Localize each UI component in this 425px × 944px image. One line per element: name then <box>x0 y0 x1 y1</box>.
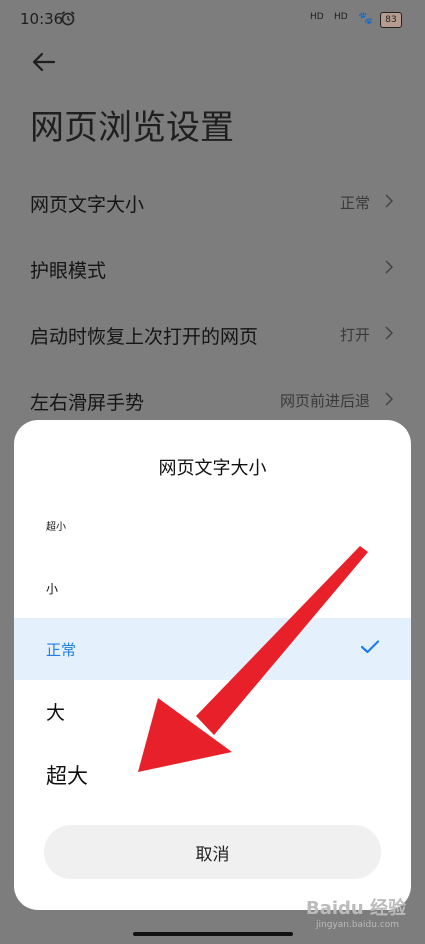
check-icon <box>361 640 379 654</box>
status-time: 10:36 <box>20 10 64 28</box>
back-arrow-icon[interactable] <box>30 48 58 76</box>
option-label: 超大 <box>46 764 88 788</box>
option-normal[interactable]: 正常 <box>14 618 411 680</box>
watermark-url: jingyan.baidu.com <box>316 920 400 930</box>
option-label: 小 <box>46 582 59 596</box>
dialog-title: 网页文字大小 <box>158 458 267 479</box>
setting-label: 护眼模式 <box>30 260 107 282</box>
alarm-icon <box>61 11 75 26</box>
setting-value: 正常 <box>339 194 370 212</box>
setting-label: 左右滑屏手势 <box>30 392 145 414</box>
signal-hd-2: HD <box>334 12 348 22</box>
status-bar: 10:36 HD HD 🐾 83 <box>0 0 425 40</box>
setting-label: 启动时恢复上次打开的网页 <box>30 326 259 348</box>
signal-hd-1: HD <box>310 12 324 22</box>
option-label: 大 <box>46 702 66 724</box>
option-extra-small[interactable]: 超小 <box>14 494 411 556</box>
paw-icon: 🐾 <box>358 11 373 25</box>
option-label: 正常 <box>46 641 77 659</box>
setting-value: 网页前进后退 <box>279 392 370 410</box>
chevron-right-icon <box>385 392 394 406</box>
setting-eye-care[interactable]: 护眼模式 <box>30 248 400 288</box>
setting-value: 打开 <box>339 326 370 344</box>
option-small[interactable]: 小 <box>14 556 411 618</box>
watermark-logo: Baidu 经验 <box>306 898 407 919</box>
option-large[interactable]: 大 <box>14 680 411 742</box>
font-size-dialog: 网页文字大小 超小 小 正常 大 超大 取消 <box>14 420 411 910</box>
setting-restore-pages[interactable]: 启动时恢复上次打开的网页 打开 <box>30 314 400 354</box>
option-extra-large[interactable]: 超大 <box>14 742 411 804</box>
option-label: 超小 <box>46 522 66 533</box>
setting-swipe-gesture[interactable]: 左右滑屏手势 网页前进后退 <box>30 380 400 420</box>
setting-label: 网页文字大小 <box>30 194 145 216</box>
setting-font-size[interactable]: 网页文字大小 正常 <box>30 182 400 222</box>
page-title: 网页浏览设置 <box>30 108 234 148</box>
chevron-right-icon <box>385 194 394 208</box>
chevron-right-icon <box>385 326 394 340</box>
chevron-right-icon <box>385 260 394 274</box>
home-indicator[interactable] <box>133 932 293 936</box>
battery-indicator: 83 <box>380 12 402 28</box>
cancel-button[interactable]: 取消 <box>44 825 381 879</box>
